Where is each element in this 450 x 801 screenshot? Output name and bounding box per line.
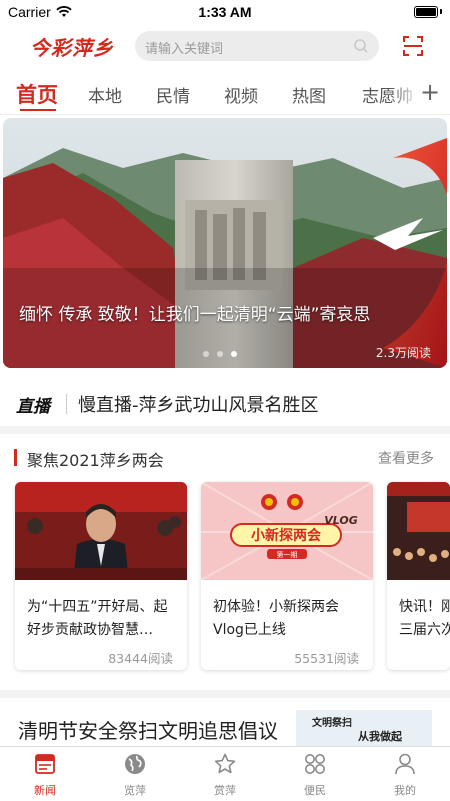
carousel-dot-active <box>231 351 237 357</box>
card-image: 小新探两会 VLOG 第一期 <box>201 482 373 580</box>
tabbar-label: 我的 <box>394 784 416 797</box>
banner-image <box>3 118 447 368</box>
star-icon <box>214 753 236 774</box>
view-more-link[interactable]: 查看更多 <box>378 448 434 468</box>
person-icon <box>395 753 415 775</box>
banner-caption: 缅怀 传承 致敬！让我们一起清明“云端”寄哀思 <box>19 305 371 325</box>
battery-icon <box>414 6 438 18</box>
add-channel-icon[interactable]: + <box>420 78 440 106</box>
card-read-count: 83444阅读 <box>108 651 173 666</box>
app-header: 今彩萍乡 请输入关键词 <box>0 30 450 64</box>
search-placeholder: 请输入关键词 <box>145 42 224 57</box>
section-divider <box>0 426 450 434</box>
article-row[interactable]: 清明节安全祭扫文明追思倡议 文明祭扫 从我做起 <box>0 708 450 750</box>
live-stream-row[interactable]: 直播 慢直播-萍乡武功山风景名胜区 <box>0 380 450 424</box>
tabbar-label: 览萍 <box>124 784 146 797</box>
focus-card[interactable]: 小新探两会 VLOG 第一期 初体验！小新探两会Vlog已上线 55531阅读 <box>201 482 373 670</box>
tab-home[interactable]: 首页 <box>16 79 58 109</box>
app-logo: 今彩萍乡 <box>30 36 114 60</box>
article-title: 清明节安全祭扫文明追思倡议 <box>18 719 278 743</box>
tab-video[interactable]: 视频 <box>224 82 258 107</box>
search-icon <box>354 39 368 53</box>
article-thumbnail: 文明祭扫 从我做起 <box>296 710 432 750</box>
news-icon <box>35 754 55 774</box>
thumbnail-text: 文明祭扫 <box>312 718 352 729</box>
card-read-count: 55531阅读 <box>294 651 359 666</box>
bottom-tab-bar: 新闻 览萍 赏萍 便民 我的 <box>0 746 450 801</box>
tabbar-label: 赏萍 <box>214 784 236 797</box>
globe-icon <box>125 754 145 774</box>
channel-tabs: 首页 本地 民情 视频 热图 志愿帅 + <box>0 74 450 115</box>
banner-read-count: 2.3万阅读 <box>375 346 431 360</box>
card-image-vlog: VLOG <box>324 514 358 527</box>
live-badge: 直播 <box>16 397 50 417</box>
tab-local[interactable]: 本地 <box>88 82 122 107</box>
tabbar-label: 新闻 <box>34 784 56 797</box>
live-title: 慢直播-萍乡武功山风景名胜区 <box>78 395 319 416</box>
tabbar-item-me[interactable]: 我的 <box>360 747 450 801</box>
banner-carousel[interactable]: 缅怀 传承 致敬！让我们一起清明“云端”寄哀思 2.3万阅读 <box>3 118 447 368</box>
card-title: 初体验！小新探两会Vlog已上线 <box>213 599 339 638</box>
card-image <box>15 482 187 580</box>
focus-card[interactable]: 快讯！刚三届六次 <box>387 482 450 670</box>
tabbar-label: 便民 <box>304 784 326 797</box>
status-bar: Carrier 1:33 AM <box>0 0 450 24</box>
section-divider <box>0 690 450 698</box>
tabbar-item-services[interactable]: 便民 <box>270 747 360 801</box>
card-title: 为“十四五”开好局、起好步贡献政协智慧… <box>27 599 168 638</box>
thumbnail-text: 从我做起 <box>358 730 402 743</box>
focus-section-title: 聚焦2021萍乡两会 <box>27 451 164 470</box>
card-image-title: 小新探两会 <box>251 527 322 544</box>
carousel-indicator <box>203 351 237 357</box>
carousel-dot <box>203 351 209 357</box>
card-image-issue: 第一期 <box>277 550 298 559</box>
active-tab-indicator <box>20 109 56 111</box>
tabbar-item-appreciate[interactable]: 赏萍 <box>180 747 270 801</box>
focus-section-header: 聚焦2021萍乡两会 查看更多 <box>0 443 450 471</box>
focus-card[interactable]: 为“十四五”开好局、起好步贡献政协智慧… 83444阅读 <box>15 482 187 670</box>
tabbar-item-news[interactable]: 新闻 <box>0 747 90 801</box>
tab-hot-pictures[interactable]: 热图 <box>292 82 326 107</box>
card-image <box>387 482 450 580</box>
carousel-dot <box>217 351 223 357</box>
tabbar-item-browse[interactable]: 览萍 <box>90 747 180 801</box>
search-input[interactable]: 请输入关键词 <box>135 31 379 61</box>
tab-public-opinion[interactable]: 民情 <box>156 82 190 107</box>
scan-icon[interactable] <box>403 36 423 56</box>
card-title: 快讯！刚三届六次 <box>399 599 450 638</box>
grid-icon <box>305 754 325 774</box>
status-time: 1:33 AM <box>198 4 252 20</box>
